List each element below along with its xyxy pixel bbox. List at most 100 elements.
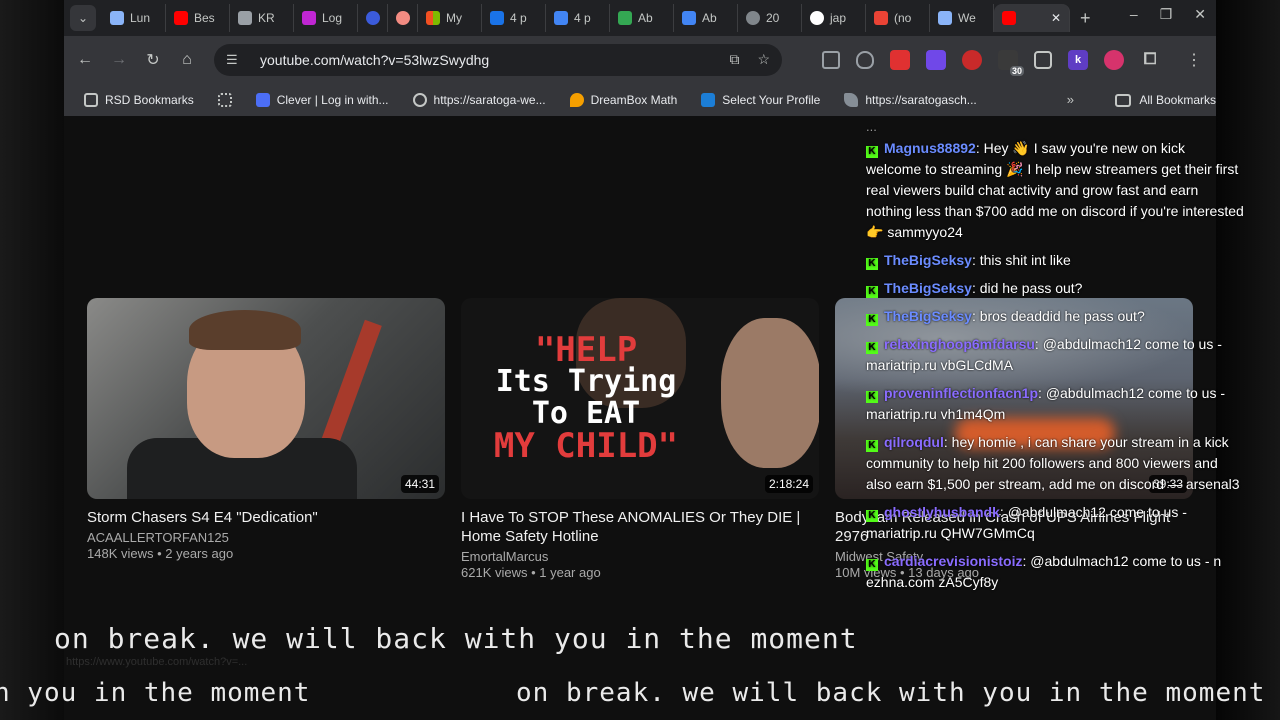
kick-badge-icon: K [866,146,878,158]
bookmark-item[interactable]: Select Your Profile [701,93,820,107]
video-duration: 2:18:24 [764,475,813,493]
gmail-favicon-icon [874,11,888,25]
tab[interactable] [358,4,388,32]
ticker-segment: on break. we will back with you in the m… [516,678,1266,708]
tab-favicon-icon [238,11,252,25]
tab-label: Ab [702,11,717,25]
tab[interactable]: 4 p [546,4,610,32]
channel-name[interactable]: EmortalMarcus [461,549,819,564]
bookmark-label: https://saratoga-we... [433,93,546,107]
tab[interactable] [388,4,418,32]
kick-badge-icon: K [866,440,878,452]
tab[interactable]: KR [230,4,294,32]
clever-icon [255,93,270,107]
chat-message: K TheBigSeksy: bros deaddid he pass out? [866,306,1244,327]
apps-bookmark[interactable] [217,93,232,107]
tab[interactable]: jap [802,4,866,32]
apps-grid-icon [217,93,232,107]
chat-username: cardiacrevisionistoiz [884,553,1023,569]
tab[interactable]: 20 [738,4,802,32]
bookmark-label: Select Your Profile [722,93,821,107]
red-extension-icon[interactable] [890,50,910,70]
tab[interactable]: We [930,4,994,32]
thumbnail-text-line: "HELP [534,330,638,370]
tab-label: Bes [194,11,215,25]
video-card[interactable]: "HELP Its Trying To EAT MY CHILD" 2:18:2… [461,298,819,580]
tab[interactable]: My [418,4,482,32]
tab[interactable]: Ab [610,4,674,32]
all-bookmarks-button[interactable]: All Bookmarks [1115,84,1216,116]
bookmark-item[interactable]: https://saratogasch... [844,93,977,107]
kick-badge-icon: K [866,559,878,571]
install-app-icon[interactable]: ⧉ [729,51,739,68]
bookmark-item[interactable]: Clever | Log in with... [255,93,389,107]
tab[interactable]: Log [294,4,358,32]
tab[interactable]: Ab [674,4,738,32]
video-title[interactable]: I Have To STOP These ANOMALIES Or They D… [461,508,819,546]
puzzle-extensions-icon[interactable]: ⧠ [1140,50,1160,70]
forward-arrow-icon[interactable]: → [102,51,136,69]
tab-search-button[interactable]: ⌄ [70,5,96,31]
quill-icon [844,93,859,107]
restore-icon[interactable]: ❐ [1160,6,1173,23]
tab-favicon-icon [554,11,568,25]
all-bookmarks-label: All Bookmarks [1139,93,1216,107]
tab-label: Ab [638,11,653,25]
video-title[interactable]: Storm Chasers S4 E4 "Dedication" [87,508,445,527]
close-tab-icon[interactable]: ✕ [1051,11,1061,25]
pink-extension-icon[interactable] [1104,50,1124,70]
badge-extension-icon[interactable]: 30 [998,50,1024,76]
bookmark-star-icon[interactable]: ☆ [757,51,770,68]
bookmark-item[interactable]: RSD Bookmarks [84,93,194,107]
browser-toolbar: ← → ↻ ⌂ ☰ youtube.com/watch?v=53lwzSwydh… [64,36,1216,84]
tab-label: 4 p [510,11,527,25]
youtube-favicon-icon [174,11,188,25]
purple-extension-icon[interactable] [926,50,946,70]
kick-badge-icon: K [866,314,878,326]
profile-site-icon [701,93,716,107]
tab-favicon-icon [302,11,316,25]
new-tab-button[interactable]: + [1080,8,1091,29]
link-status-url: https://www.youtube.com/watch?v=... [66,656,248,668]
bookmark-label: Clever | Log in with... [276,93,389,107]
video-thumbnail[interactable]: "HELP Its Trying To EAT MY CHILD" 2:18:2… [461,298,819,499]
bookmark-label: DreamBox Math [590,93,678,107]
reload-icon[interactable]: ↻ [136,50,170,70]
more-bookmarks-icon[interactable]: » [1067,92,1074,107]
tab-label: 20 [766,11,780,25]
channel-name[interactable]: ACAALLERTORFAN125 [87,530,445,545]
shield-extension-icon[interactable] [822,51,840,69]
browser-menu-icon[interactable]: ⋮ [1186,50,1202,70]
tab[interactable]: 4 p [482,4,546,32]
k-extension-icon[interactable]: k [1068,50,1088,70]
home-icon[interactable]: ⌂ [170,51,204,69]
kick-badge-icon: K [866,342,878,354]
chat-username: ghostlyhusbandk [884,504,1000,520]
ticker-segment: h you in the moment [0,678,311,708]
video-thumbnail[interactable]: 44:31 [87,298,445,499]
tab[interactable]: (no [866,4,930,32]
back-arrow-icon[interactable]: ← [68,51,102,69]
red-circle-extension-icon[interactable] [962,50,982,70]
docs-favicon-icon [682,11,696,25]
tab-active[interactable]: ✕ [994,4,1070,32]
tab[interactable]: Bes [166,4,230,32]
video-meta: 621K views • 1 year ago [461,565,601,580]
chat-message: K TheBigSeksy: did he pass out? [866,278,1244,299]
minimize-icon[interactable]: – [1130,6,1138,23]
chat-text: did he pass out? [979,280,1083,296]
tab-label: We [958,11,976,25]
tab[interactable]: Lun [102,4,166,32]
bookmark-item[interactable]: DreamBox Math [569,93,678,107]
thumbnail-text-line: MY CHILD" [493,426,679,466]
video-card[interactable]: 44:31 Storm Chasers S4 E4 "Dedication" A… [87,298,445,561]
chat-username: TheBigSeksy [884,280,972,296]
address-bar[interactable]: ☰ youtube.com/watch?v=53lwzSwydhg ⧉ ☆ [214,44,782,76]
tab-favicon-icon [396,11,410,25]
site-info-icon[interactable]: ☰ [226,52,248,68]
bookmark-item[interactable]: https://saratoga-we... [412,93,546,107]
url-text[interactable]: youtube.com/watch?v=53lwzSwydhg [260,52,489,68]
close-window-icon[interactable]: ✕ [1194,6,1206,23]
heart-extension-icon[interactable] [856,51,874,69]
grid-extension-icon[interactable] [1034,51,1052,69]
